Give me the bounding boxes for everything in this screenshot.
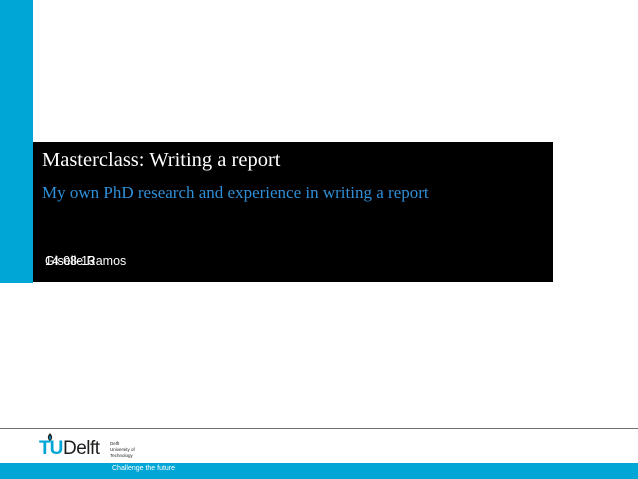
university-name-line: Technology (110, 453, 133, 458)
accent-bar (0, 0, 33, 283)
title-block: Masterclass: Writing a report My own PhD… (33, 142, 553, 282)
footer-divider (0, 428, 638, 429)
presenter-name: Giselle Ramos (45, 254, 127, 268)
presenter-info: 14-08-13 Giselle Ramos (45, 254, 205, 270)
slide-subtitle: My own PhD research and experience in wr… (42, 183, 429, 202)
logo-text-delft: Delft (63, 438, 100, 459)
university-name: Delft University of Technology (110, 441, 170, 459)
tagline: Challenge the future (112, 465, 176, 472)
presentation-slide: Masterclass: Writing a report My own PhD… (0, 0, 638, 479)
tu-delft-logo: TU Delft (39, 433, 103, 459)
tagline-bar: Challenge the future (0, 463, 638, 479)
logo-text-tu: TU (39, 438, 63, 459)
slide-title: Masterclass: Writing a report (42, 149, 281, 171)
